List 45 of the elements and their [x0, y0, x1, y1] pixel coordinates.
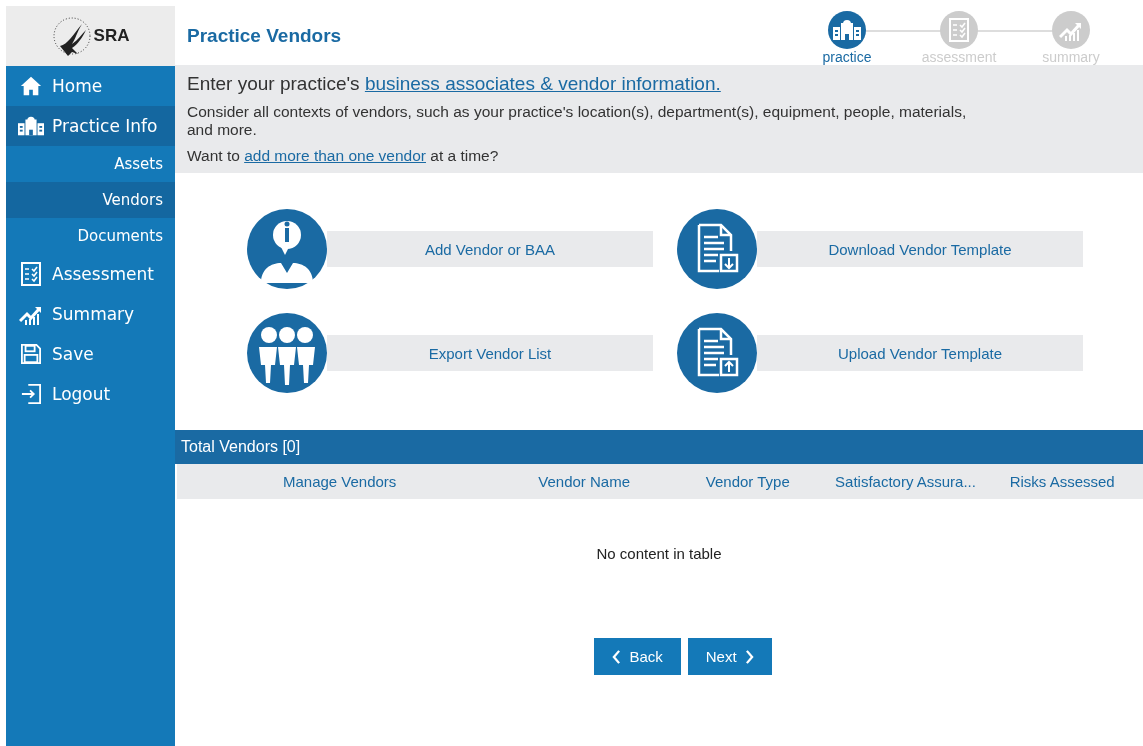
action-button[interactable]: Add Vendor or BAA: [327, 231, 653, 267]
sidebar-item[interactable]: Logout: [6, 374, 175, 414]
empty-table-message: No content in table: [595, 545, 723, 562]
sidebar-item[interactable]: Home: [6, 66, 175, 106]
next-button[interactable]: Next: [687, 638, 772, 675]
building-icon: [18, 116, 44, 136]
sidebar-subitem[interactable]: Assets: [6, 146, 175, 182]
logout-icon: [21, 384, 41, 404]
add-vendors-link[interactable]: add more than one vendor: [244, 147, 426, 164]
step-label: practice: [822, 49, 872, 65]
page-title: Practice Vendors: [187, 24, 342, 47]
document-download-icon: [677, 209, 757, 289]
column-header[interactable]: Vendor Name: [502, 473, 666, 490]
sidebar-item[interactable]: Save: [6, 334, 175, 374]
vendor-info-link[interactable]: business associates & vendor information.: [364, 73, 721, 94]
sidebar-item[interactable]: Practice Info: [6, 106, 175, 146]
back-button[interactable]: Back: [594, 638, 681, 675]
logo: SRA: [6, 6, 175, 66]
save-icon: [21, 344, 41, 364]
people-icon: [247, 313, 327, 393]
building-icon: [833, 20, 861, 40]
step-circle[interactable]: [828, 11, 866, 49]
sidebar-subitem[interactable]: Documents: [6, 218, 175, 254]
person-info-icon: [247, 209, 327, 289]
chevron-left-icon: [612, 649, 622, 664]
checklist-icon: [949, 18, 969, 42]
checklist-icon: [21, 262, 41, 286]
intro-text: Consider all contexts of vendors, such as your practice's location(s), department(s), equipment, people, materials, and more.: [187, 103, 968, 139]
home-icon: [20, 75, 42, 97]
intro-text: Enter your practice's: [187, 73, 360, 94]
intro-text: Want to: [187, 147, 240, 164]
column-header[interactable]: Satisfactory Assura...: [829, 473, 982, 490]
chevron-right-icon: [744, 649, 754, 664]
action-button[interactable]: Export Vendor List: [327, 335, 653, 371]
table-title-bar: Total Vendors [0]: [175, 430, 1143, 464]
sidebar-subitem[interactable]: Vendors: [6, 182, 175, 218]
intro-text: at a time?: [430, 147, 499, 164]
column-header[interactable]: Vendor Type: [666, 473, 830, 490]
column-header[interactable]: Manage Vendors: [177, 473, 503, 490]
action-button[interactable]: Download Vendor Template: [757, 231, 1083, 267]
sidebar-item[interactable]: Summary: [6, 294, 175, 334]
column-header[interactable]: Risks Assessed: [981, 473, 1143, 490]
document-upload-icon: [677, 313, 757, 393]
sidebar-item[interactable]: Assessment: [6, 254, 175, 294]
action-button[interactable]: Upload Vendor Template: [757, 335, 1083, 371]
